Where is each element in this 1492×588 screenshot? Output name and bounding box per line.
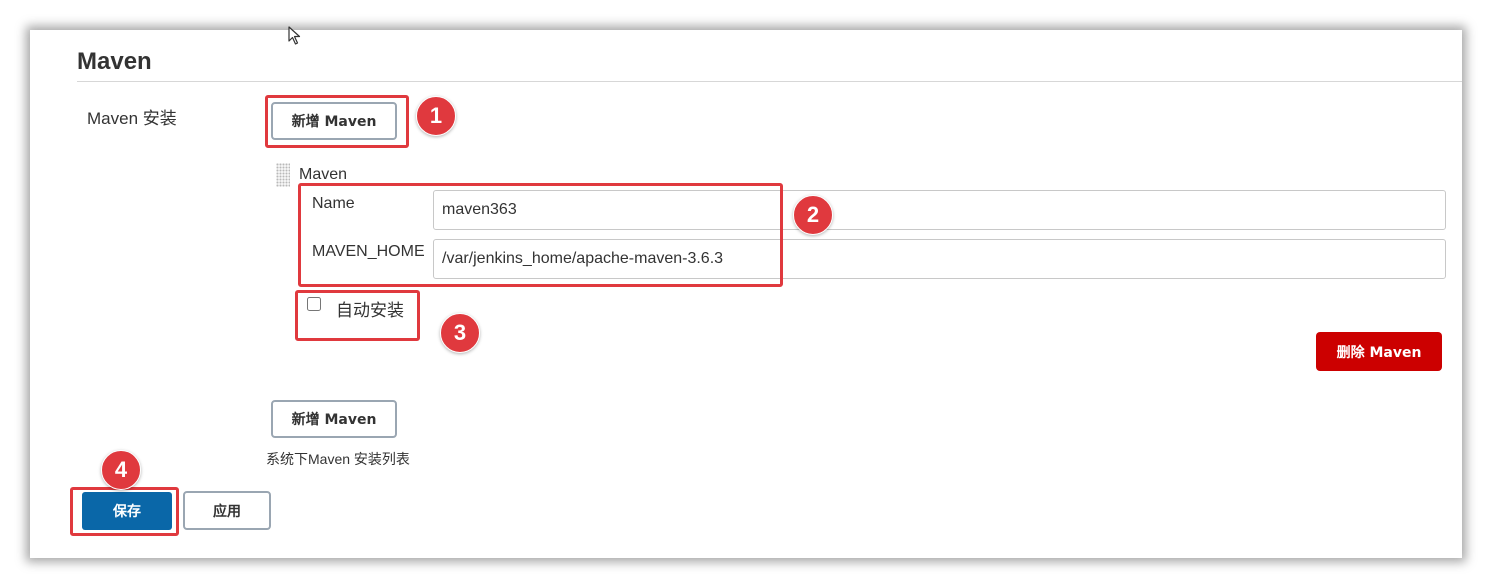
drag-handle-icon[interactable] bbox=[276, 163, 290, 187]
section-divider bbox=[77, 81, 1462, 82]
delete-maven-button[interactable]: 删除 Maven bbox=[1316, 332, 1442, 371]
annotation-marker-3: 3 bbox=[440, 313, 480, 353]
config-panel bbox=[30, 30, 1462, 558]
installation-title: Maven bbox=[299, 166, 348, 183]
add-maven-button-bottom[interactable]: 新增 Maven bbox=[271, 400, 397, 438]
annotation-box-4 bbox=[70, 487, 179, 536]
annotation-box-2 bbox=[298, 183, 783, 287]
apply-button[interactable]: 应用 bbox=[183, 491, 271, 530]
annotation-marker-4: 4 bbox=[101, 450, 141, 490]
annotation-marker-1: 1 bbox=[416, 96, 456, 136]
annotation-box-3 bbox=[295, 290, 420, 341]
maven-installations-label: Maven 安装 bbox=[87, 109, 177, 128]
annotation-marker-2: 2 bbox=[793, 195, 833, 235]
annotation-box-1 bbox=[265, 95, 409, 148]
mouse-cursor-icon bbox=[288, 26, 301, 45]
installations-help-text: 系统下Maven 安装列表 bbox=[266, 451, 410, 467]
section-title: Maven bbox=[77, 48, 152, 75]
